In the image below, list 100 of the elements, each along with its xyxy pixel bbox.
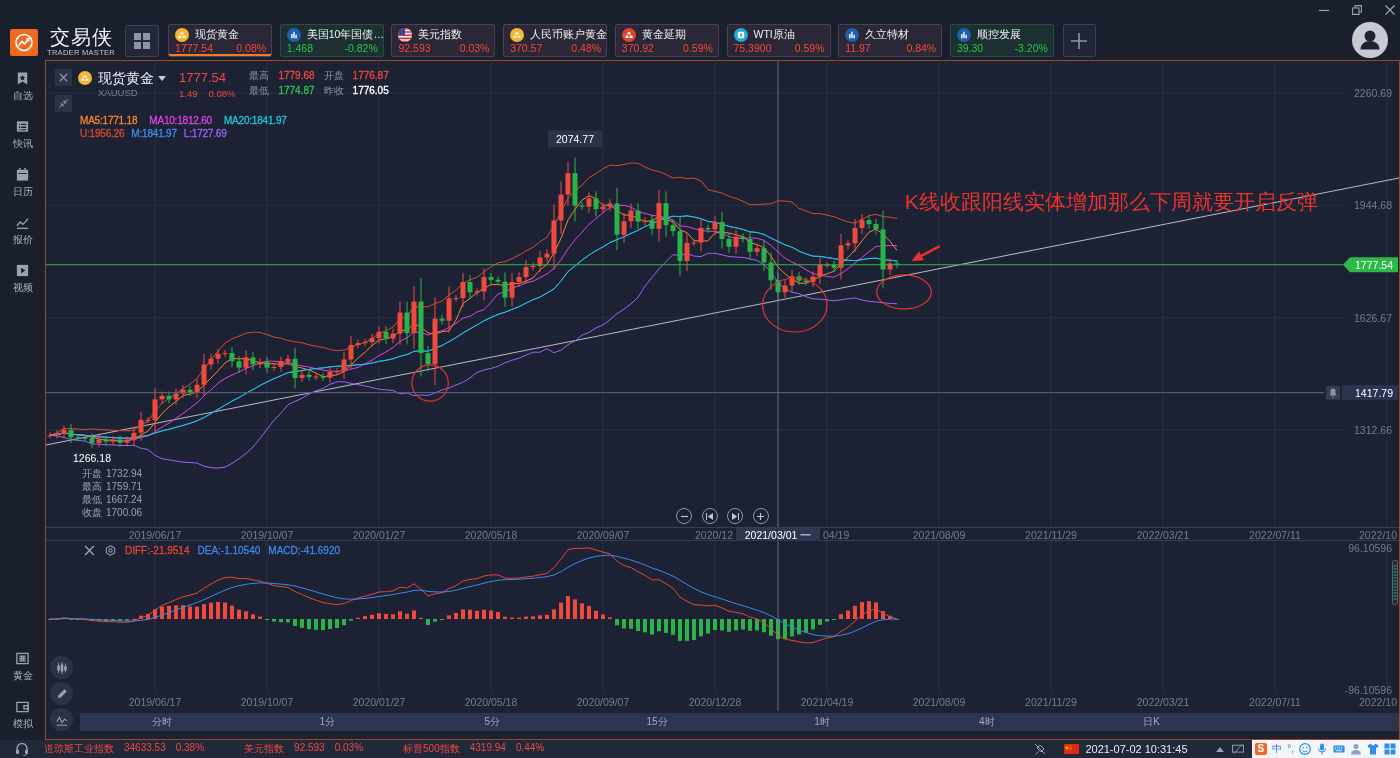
period-tab[interactable]: 日K <box>1069 713 1235 731</box>
sidebar-item[interactable]: 视频 <box>0 261 45 302</box>
ohlc-label: 最高 <box>82 480 102 493</box>
flag-icon <box>1064 744 1080 754</box>
wallet-icon <box>15 699 30 714</box>
grid-button[interactable] <box>125 25 160 57</box>
indicator-tool-button[interactable] <box>50 708 73 731</box>
ime-punctuation[interactable]: °, <box>1287 743 1294 755</box>
skip-back-button[interactable] <box>701 508 718 524</box>
period-tab[interactable]: 1时 <box>739 713 905 731</box>
plug-icon[interactable] <box>1034 743 1047 755</box>
quote-tab[interactable]: 久立特材 11.97 0.84% <box>838 24 943 57</box>
period-tab[interactable]: 4时 <box>904 713 1070 731</box>
axis-label: 2019/06/17 <box>128 528 182 541</box>
ingot-icon <box>621 28 636 42</box>
restore-icon <box>1352 5 1362 15</box>
ticker-name[interactable]: 道琼斯工业指数 <box>44 742 114 756</box>
sidebar-item[interactable]: 快讯 <box>0 117 45 158</box>
sidebar-item[interactable]: 模拟 <box>0 697 45 738</box>
ticker-change: 0.38% <box>175 742 205 755</box>
candles-icon <box>55 661 68 674</box>
zoom-in-button[interactable] <box>752 508 769 524</box>
indicator-value: DEA:-1.10540 <box>197 544 261 557</box>
axis-label: 2021/04/19 <box>800 696 854 708</box>
caret-icon[interactable] <box>158 75 166 81</box>
axis-label: 2020/12/28 <box>688 696 742 708</box>
close-indicator-button[interactable] <box>83 544 96 557</box>
axis-label: 2021/11/29 <box>1025 696 1077 708</box>
ohlc-label: 开盘 <box>82 467 102 480</box>
indicator-value: MA20:1841.97 <box>223 114 287 127</box>
caret-up-icon[interactable] <box>1215 746 1224 752</box>
sidebar-item[interactable]: 日历 <box>0 165 45 206</box>
quote-tab[interactable]: 美国10年国债… 1.468 -0.82% <box>279 24 384 57</box>
collapse-button[interactable] <box>55 95 72 112</box>
axis-label: 2260.69 <box>1354 87 1392 99</box>
clock-text: 2021-07-02 10:31:45 <box>1085 743 1188 755</box>
close-chart-button[interactable] <box>55 69 72 86</box>
add-tab-button[interactable] <box>1062 24 1096 57</box>
coin-icon <box>510 28 525 42</box>
ohlc-value: 1667.24 <box>106 493 143 506</box>
axis-label: 2020/01/27 <box>352 528 406 541</box>
headset-icon[interactable] <box>15 742 29 756</box>
axis-label: 2022/03/21 <box>1136 528 1190 541</box>
indicator-value: DIFF:-21.9514 <box>125 544 190 557</box>
axis-label: 2022/10 <box>1359 528 1397 541</box>
instrument-name: 现货黄金 <box>98 69 154 87</box>
indicator-settings-button[interactable] <box>104 544 117 557</box>
period-tab[interactable]: 1分 <box>244 713 410 731</box>
quote-tab[interactable]: 现货黄金 1777.54 0.08% <box>168 24 273 57</box>
microphone-icon[interactable] <box>1316 743 1328 755</box>
skip-forward-icon <box>731 512 739 520</box>
candlestick-tool-button[interactable] <box>50 656 73 679</box>
axis-label: 2021/11/29 <box>1025 528 1077 541</box>
stat-label: 开盘 <box>323 69 344 82</box>
draw-tool-button[interactable] <box>50 682 73 705</box>
axis-label: 2022/03/21 <box>1136 696 1190 708</box>
ticker-name[interactable]: 美元指数 <box>244 742 285 756</box>
coin-icon <box>175 28 190 42</box>
ime-mode[interactable]: 中 <box>1272 743 1283 755</box>
plus-icon <box>1071 32 1088 49</box>
keyboard-icon[interactable] <box>1333 743 1345 755</box>
avatar-icon[interactable] <box>1352 22 1388 58</box>
sidebar-item[interactable]: 黄金 <box>0 649 45 690</box>
period-tab[interactable]: 15分 <box>574 713 740 731</box>
skip-forward-button[interactable] <box>727 508 743 524</box>
ohlc-value: 1759.71 <box>106 480 143 493</box>
zoom-out-button[interactable] <box>676 508 692 524</box>
ohlc-label: 最低 <box>82 493 102 506</box>
price-tag: 1777.54 <box>1343 257 1398 273</box>
ticker-value: 4319.94 <box>469 742 506 755</box>
sidebar-item[interactable]: 报价 <box>0 213 45 254</box>
quote-tab[interactable]: 黄金延期 370.92 0.59% <box>614 24 719 57</box>
quote-tab[interactable]: 顺控发展 39.30 -3.20% <box>949 24 1054 57</box>
shirt-icon[interactable] <box>1367 743 1379 755</box>
ticker-change: 0.44% <box>515 742 545 755</box>
stat-value: 1779.68 <box>278 69 315 82</box>
calendar-icon <box>15 167 30 182</box>
percent-change: 0.08% <box>208 87 236 100</box>
axis-label: 04/19 <box>823 528 850 541</box>
smiley-icon[interactable] <box>1299 743 1311 755</box>
bar-chart-icon <box>956 28 971 42</box>
axis-label: 2020/09/07 <box>576 696 630 708</box>
indicator-value: MA5:1771.18 <box>80 114 138 127</box>
quote-tab[interactable]: WTI原油 75.3900 0.59% <box>726 24 831 57</box>
period-tab[interactable]: 5分 <box>409 713 575 731</box>
bell-icon[interactable] <box>1326 385 1340 400</box>
scroll-handle[interactable] <box>1392 560 1398 605</box>
ticker-name[interactable]: 标普500指数 <box>403 742 460 756</box>
indicator-value: MACD:-41.6920 <box>268 544 340 557</box>
alert-price-tag: 1417.79 <box>1342 385 1398 401</box>
ticker-value: 34633.53 <box>124 742 166 755</box>
sidebar-item[interactable]: 自选 <box>0 69 45 110</box>
axis-label: 1626.67 <box>1354 311 1392 324</box>
axis-label: 2019/06/17 <box>128 696 182 708</box>
indicator-value: U:1956.26 <box>80 127 125 140</box>
period-tab[interactable]: 分时 <box>80 713 245 731</box>
quote-tab[interactable]: 美元指数 92.593 0.03% <box>391 24 496 57</box>
high-price-label: 2074.77 <box>548 130 602 148</box>
quote-tab[interactable]: 人民币账户黄金 370.57 0.48% <box>503 24 608 57</box>
screen-icon[interactable] <box>1231 743 1244 755</box>
